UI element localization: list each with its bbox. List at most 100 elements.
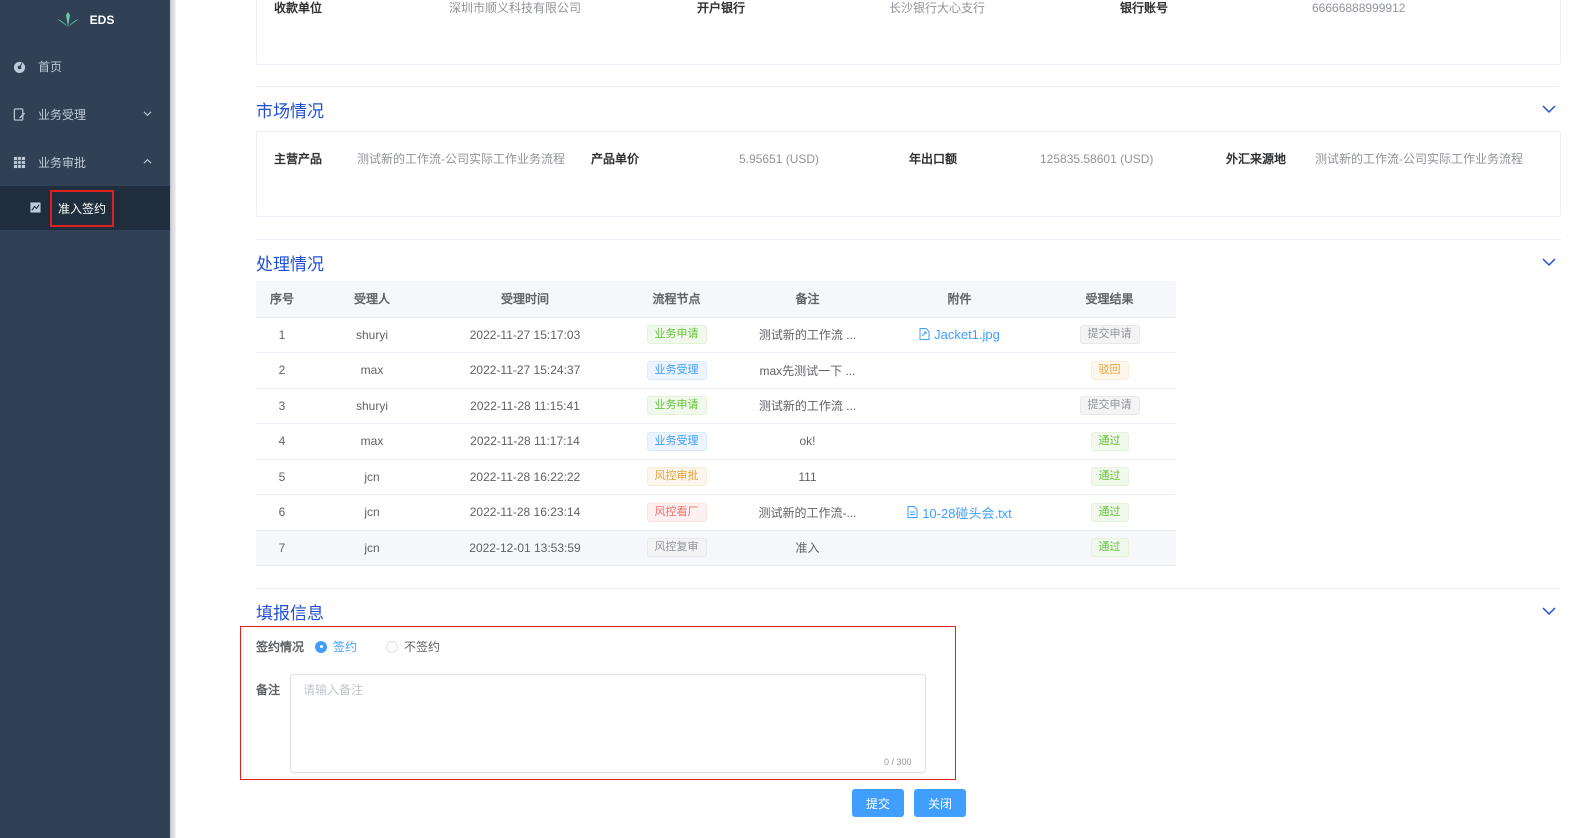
divider	[256, 86, 1561, 87]
col-header-node: 流程节点	[614, 281, 739, 318]
processing-section-title: 处理情况	[256, 255, 324, 274]
cell-time: 2022-11-28 11:15:41	[436, 388, 614, 424]
payee-label: 收款单位	[274, 1, 323, 15]
cell-file	[876, 352, 1043, 389]
table-row: 1 shuryi 2022-11-27 15:17:03 业务申请 测试新的工作…	[256, 317, 1176, 353]
cell-file	[876, 530, 1043, 566]
cell-result: 驳回	[1043, 352, 1176, 389]
result-tag: 提交申请	[1079, 325, 1140, 345]
chevron-down-icon[interactable]	[1542, 103, 1556, 114]
chevron-down-icon[interactable]	[1542, 256, 1556, 267]
cell-no: 5	[256, 459, 308, 495]
table-row: 5 jcn 2022-11-28 16:22:22 风控审批 111 通过	[256, 459, 1176, 495]
account-label: 银行账号	[1120, 1, 1169, 15]
cell-no: 1	[256, 317, 308, 353]
radio-dot	[386, 640, 398, 653]
sidebar-item-label: 首页	[38, 59, 63, 74]
col-header-note: 备注	[739, 281, 876, 318]
result-tag: 通过	[1090, 502, 1129, 522]
cell-file: Jacket1.jpg	[876, 317, 1043, 353]
unit-price-value: 5.95651 (USD)	[739, 151, 820, 166]
cell-node: 业务受理	[614, 423, 739, 460]
table-row: 4 max 2022-11-28 11:17:14 业务受理 ok! 通过	[256, 423, 1176, 460]
col-header-result: 受理结果	[1043, 281, 1176, 318]
cell-result: 提交申请	[1043, 388, 1176, 424]
node-tag: 业务受理	[646, 360, 707, 380]
bank-info-row: 收款单位 深圳市顺义科技有限公司 开户银行 长沙银行大心支行 银行账号 6666…	[274, 0, 1405, 16]
cell-note: 准入	[739, 530, 876, 566]
table-row: 6 jcn 2022-11-28 16:23:14 风控看厂 测试新的工作流-.…	[256, 494, 1176, 531]
chevron-up-icon	[143, 157, 152, 168]
sidebar-subitem-label: 准入签约	[50, 189, 115, 227]
bank-value: 长沙银行大心支行	[889, 1, 986, 15]
attachment-link[interactable]: Jacket1.jpg	[919, 327, 1000, 342]
table-grid-icon	[12, 155, 26, 169]
submit-button[interactable]: 提交	[852, 789, 904, 817]
cell-note: 111	[739, 459, 876, 495]
radio-no-sign-label: 不签约	[404, 640, 441, 654]
cell-note: ok!	[739, 423, 876, 460]
sidebar-subitem-access-sign[interactable]: 准入签约	[0, 186, 170, 230]
cell-node: 业务受理	[614, 352, 739, 389]
divider	[256, 588, 1561, 589]
app-logo[interactable]: EDS	[0, 0, 170, 40]
cell-node: 风控审批	[614, 459, 739, 495]
cell-note: 测试新的工作流 ...	[739, 388, 876, 424]
cell-result: 提交申请	[1043, 317, 1176, 353]
attachment-link[interactable]: 10-28碰头会.txt	[907, 503, 1012, 522]
radio-dot	[315, 640, 327, 653]
cell-file	[876, 423, 1043, 460]
cell-time: 2022-11-28 16:23:14	[436, 494, 614, 531]
main-product-value: 测试新的工作流-公司实际工作业务流程	[357, 152, 565, 166]
cell-node: 业务申请	[614, 388, 739, 424]
account-value: 66666888999912	[1312, 0, 1406, 15]
main-content: 收款单位 深圳市顺义科技有限公司 开户银行 长沙银行大心支行 银行账号 6666…	[176, 0, 1586, 838]
logo-icon	[56, 12, 79, 27]
bank-label: 开户银行	[697, 1, 746, 15]
cell-note: 测试新的工作流 ...	[739, 317, 876, 353]
col-header-user: 受理人	[308, 281, 436, 318]
radio-sign-label: 签约	[333, 640, 358, 654]
note-textarea[interactable]	[290, 674, 926, 773]
cell-node: 风控复审	[614, 530, 739, 566]
attachment-name: 10-28碰头会.txt	[922, 505, 1012, 521]
bank-info-card: 收款单位 深圳市顺义科技有限公司 开户银行 长沙银行大心支行 银行账号 6666…	[256, 0, 1561, 65]
cell-no: 6	[256, 494, 308, 531]
sidebar-item-label: 业务受理	[38, 107, 87, 122]
node-tag: 风控审批	[646, 467, 707, 487]
note-label: 备注	[256, 683, 281, 697]
cell-node: 风控看厂	[614, 494, 739, 531]
market-info-row: 主营产品 测试新的工作流-公司实际工作业务流程 产品单价 5.95651 (US…	[274, 150, 1523, 167]
node-tag: 业务申请	[646, 325, 707, 345]
table-row: 2 max 2022-11-27 15:24:37 业务受理 max先测试一下 …	[256, 352, 1176, 389]
table-row: 7 jcn 2022-12-01 13:53:59 风控复审 准入 通过	[256, 530, 1176, 566]
result-tag: 提交申请	[1079, 396, 1140, 416]
table-row: 3 shuryi 2022-11-28 11:15:41 业务申请 测试新的工作…	[256, 388, 1176, 424]
chevron-down-icon	[143, 109, 152, 120]
sidebar: EDS 首页 业务受理 业务审批 准入签约	[0, 0, 170, 838]
result-tag: 驳回	[1090, 360, 1129, 380]
attachment-name: Jacket1.jpg	[934, 326, 1000, 342]
cell-no: 4	[256, 423, 308, 460]
cell-result: 通过	[1043, 423, 1176, 460]
cell-user: max	[308, 352, 436, 389]
close-button[interactable]: 关闭	[914, 789, 966, 817]
sidebar-item-business-accept[interactable]: 业务受理	[0, 90, 170, 138]
cell-file	[876, 388, 1043, 424]
node-tag: 风控看厂	[646, 502, 707, 522]
radio-sign[interactable]: 签约	[315, 638, 357, 655]
cell-time: 2022-11-27 15:17:03	[436, 317, 614, 353]
sidebar-item-business-approval[interactable]: 业务审批	[0, 138, 170, 186]
radio-no-sign[interactable]: 不签约	[386, 638, 440, 655]
fx-source-value: 测试新的工作流-公司实际工作业务流程	[1315, 152, 1523, 166]
cell-no: 3	[256, 388, 308, 424]
cell-file: 10-28碰头会.txt	[876, 494, 1043, 531]
cell-user: shuryi	[308, 388, 436, 424]
sidebar-item-home[interactable]: 首页	[0, 42, 170, 90]
cell-user: jcn	[308, 530, 436, 566]
cell-file	[876, 459, 1043, 495]
cell-time: 2022-12-01 13:53:59	[436, 530, 614, 566]
market-section-title: 市场情况	[256, 102, 324, 121]
chevron-down-icon[interactable]	[1542, 605, 1556, 616]
node-tag: 业务受理	[646, 431, 707, 451]
